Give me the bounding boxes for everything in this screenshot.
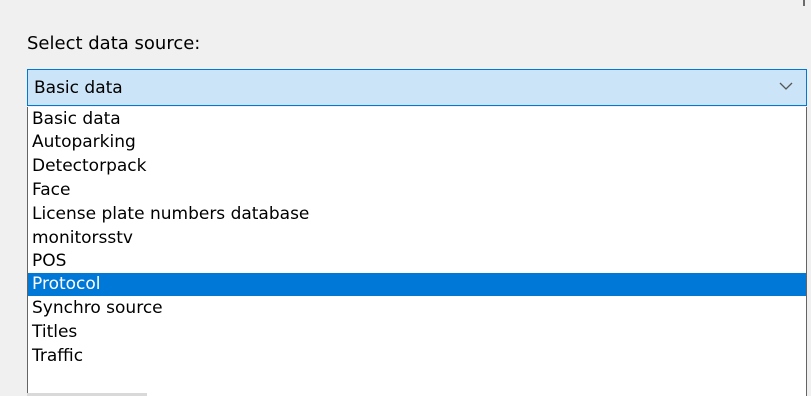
dropdown-option[interactable]: Traffic [28,345,806,368]
dropdown-option[interactable]: Autoparking [28,131,806,154]
data-source-dropdown-list[interactable]: Basic data Autoparking Detectorpack Face… [27,107,807,396]
dropdown-option[interactable]: Titles [28,321,806,344]
chevron-down-icon[interactable] [778,78,794,94]
corner-mark [803,0,805,6]
combo-selected-value: Basic data [34,78,123,98]
dropdown-option[interactable]: Detectorpack [28,155,806,178]
data-source-label: Select data source: [27,33,201,54]
dropdown-option[interactable]: monitorsstv [28,227,806,250]
dropdown-option[interactable]: POS [28,250,806,273]
data-source-combobox[interactable]: Basic data [27,69,807,106]
top-strip [0,0,811,8]
dropdown-option-highlighted[interactable]: Protocol [28,273,806,296]
dropdown-option[interactable]: License plate numbers database [28,203,806,226]
dropdown-option[interactable]: Basic data [28,108,806,131]
dropdown-option[interactable]: Synchro source [28,297,806,320]
dropdown-option[interactable]: Face [28,179,806,202]
